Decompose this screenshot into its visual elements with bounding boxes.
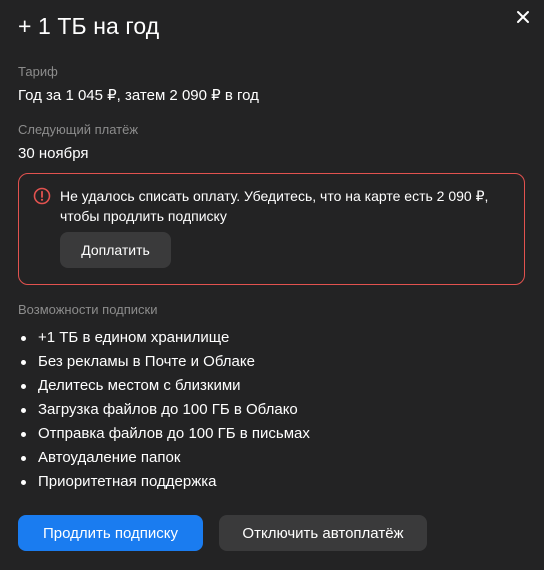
tariff-label: Тариф bbox=[18, 64, 58, 79]
renew-subscription-button[interactable]: Продлить подписку bbox=[18, 515, 203, 551]
bullet-icon bbox=[21, 336, 26, 341]
next-payment-label: Следующий платёж bbox=[18, 122, 139, 137]
bullet-icon bbox=[21, 384, 26, 389]
bullet-icon bbox=[21, 432, 26, 437]
dialog-actions: Продлить подписку Отключить автоплатёж bbox=[18, 515, 427, 551]
subscription-dialog: + 1 ТБ на год Тариф Год за 1 045 ₽, зате… bbox=[0, 0, 544, 570]
list-item: Загрузка файлов до 100 ГБ в Облако bbox=[18, 398, 310, 422]
feature-text: Отправка файлов до 100 ГБ в письмах bbox=[38, 425, 310, 442]
close-icon bbox=[517, 11, 529, 23]
feature-text: Делитесь местом с близкими bbox=[38, 377, 241, 394]
list-item: Без рекламы в Почте и Облаке bbox=[18, 350, 310, 374]
error-icon bbox=[33, 187, 51, 205]
next-payment-value: 30 ноября bbox=[18, 145, 89, 162]
bullet-icon bbox=[21, 360, 26, 365]
list-item: Делитесь местом с близкими bbox=[18, 374, 310, 398]
dialog-title: + 1 ТБ на год bbox=[18, 13, 160, 39]
features-label: Возможности подписки bbox=[18, 302, 158, 317]
close-button[interactable] bbox=[512, 6, 534, 28]
disable-autopay-button[interactable]: Отключить автоплатёж bbox=[219, 515, 427, 551]
tariff-value: Год за 1 045 ₽, затем 2 090 ₽ в год bbox=[18, 87, 259, 104]
bullet-icon bbox=[21, 480, 26, 485]
payment-error-alert: Не удалось списать оплату. Убедитесь, чт… bbox=[18, 173, 525, 285]
list-item: Отправка файлов до 100 ГБ в письмах bbox=[18, 422, 310, 446]
bullet-icon bbox=[21, 408, 26, 413]
list-item: +1 ТБ в едином хранилище bbox=[18, 326, 310, 350]
features-section: Возможности подписки +1 ТБ в едином хран… bbox=[18, 302, 310, 494]
feature-text: +1 ТБ в едином хранилище bbox=[38, 329, 230, 346]
alert-message: Не удалось списать оплату. Убедитесь, чт… bbox=[60, 188, 489, 224]
tariff-section: Тариф Год за 1 045 ₽, затем 2 090 ₽ в го… bbox=[18, 64, 259, 106]
list-item: Приоритетная поддержка bbox=[18, 470, 310, 494]
features-list: +1 ТБ в едином хранилище Без рекламы в П… bbox=[18, 326, 310, 494]
pay-extra-button[interactable]: Доплатить bbox=[60, 232, 171, 268]
feature-text: Без рекламы в Почте и Облаке bbox=[38, 353, 255, 370]
next-payment-section: Следующий платёж 30 ноября bbox=[18, 122, 138, 164]
feature-text: Загрузка файлов до 100 ГБ в Облако bbox=[38, 401, 298, 418]
feature-text: Приоритетная поддержка bbox=[38, 473, 217, 490]
list-item: Автоудаление папок bbox=[18, 446, 310, 470]
feature-text: Автоудаление папок bbox=[38, 449, 181, 466]
bullet-icon bbox=[21, 456, 26, 461]
